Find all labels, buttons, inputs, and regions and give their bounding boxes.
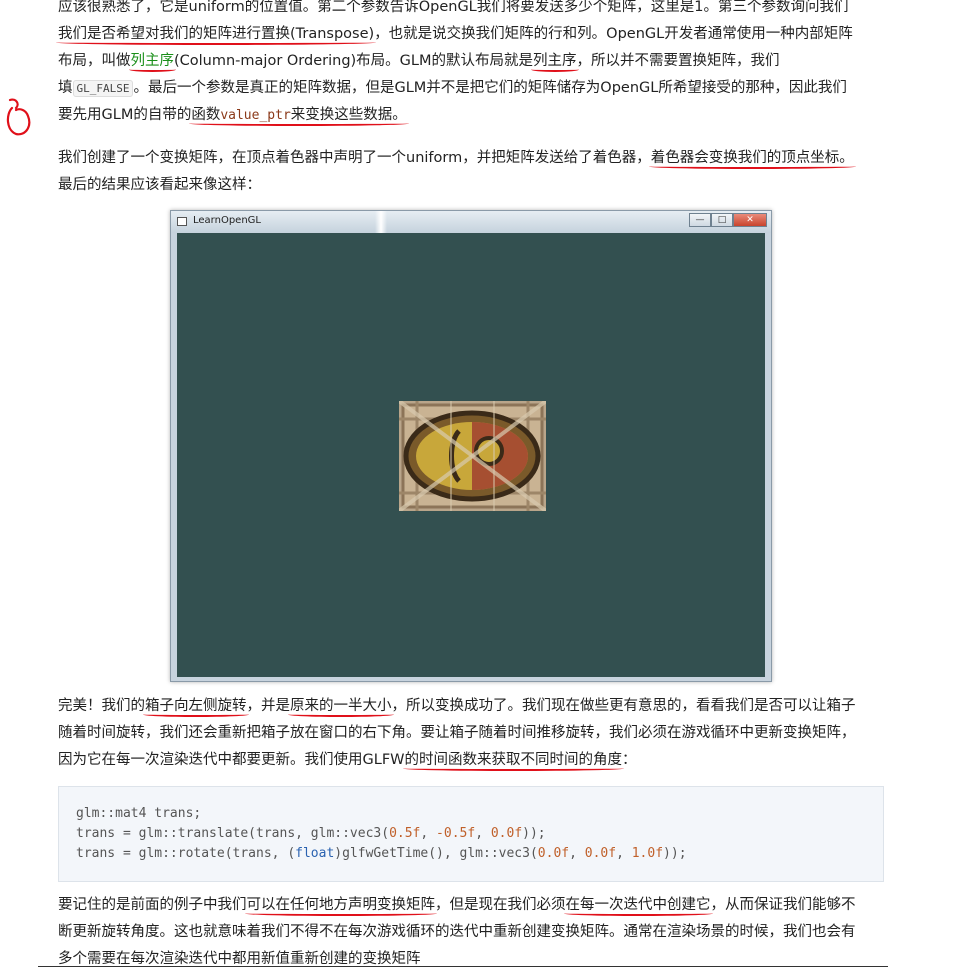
window-titlebar: LearnOpenGL — □ ✕ (171, 211, 771, 233)
close-button: ✕ (733, 213, 767, 227)
text-line: 因为它在每一次渲染迭代中都要更新。我们使用GLFW的时间函数来获取不同时间的角度… (58, 752, 637, 768)
handwritten-margin-mark (6, 98, 31, 136)
paragraph-transform-result: 我们创建了一个变换矩阵，在顶点着色器中声明了一个uniform，并把矩阵发送给了… (58, 145, 888, 199)
inline-code-gl-false: GL_FALSE (72, 80, 134, 97)
inline-code-value-ptr: value_ptr (220, 108, 291, 123)
annotated-phrase: 可以在任何地方声明变换矩阵 (246, 897, 436, 913)
annotated-phrase: 箱子向左侧旋转 (145, 698, 247, 714)
annotated-phrase: 着色器会变换我们的顶点坐标。 (650, 150, 854, 166)
paragraph-remember: 要记住的是前面的例子中我们可以在任何地方声明变换矩阵，但是现在我们必须在每一次迭… (58, 892, 888, 973)
annotated-phrase: 的时间函数来获取不同时间的角度 (404, 752, 623, 768)
text-line: 布局，叫做列主序(Column-major Ordering)布局。GLM的默认… (58, 53, 780, 69)
code-line: trans = glm::rotate(trans, (float)glfwGe… (76, 846, 687, 861)
rotated-crate-image (399, 401, 546, 511)
text-line: 断更新旋转角度。这也就意味着我们不得不在每次游戏循环的迭代中重新创建变换矩阵。通… (58, 924, 856, 940)
paragraph-uniform-explanation: 应该很熟悉了，它是uniform的位置值。第二个参数告诉OpenGL我们将要发送… (58, 0, 888, 129)
annotated-phrase: 函数value_ptr来变换这些数据。 (191, 107, 407, 123)
code-line: glm::mat4 trans; (76, 806, 202, 821)
maximize-button: □ (711, 213, 733, 227)
paragraph-perfect: 完美！我们的箱子向左侧旋转，并是原来的一半大小，所以变换成功了。我们现在做些更有… (58, 693, 888, 774)
opengl-window-screenshot: LearnOpenGL — □ ✕ (170, 210, 772, 682)
window-title: LearnOpenGL (193, 215, 261, 226)
text-line: 应该很熟悉了，它是uniform的位置值。第二个参数告诉OpenGL我们将要发送… (58, 0, 849, 15)
text-line: 要记住的是前面的例子中我们可以在任何地方声明变换矩阵，但是现在我们必须在每一次迭… (58, 897, 856, 913)
app-icon (177, 217, 187, 226)
minimize-button: — (689, 213, 711, 227)
text-line: 随着时间旋转，我们还会重新把箱子放在窗口的右下角。要让箱子随着时间推移旋转，我们… (58, 725, 856, 741)
text-line: 填 GL_FALSE 。最后一个参数是真正的矩阵数据，但是GLM并不是把它们的矩阵储… (58, 80, 847, 97)
annotated-phrase: 原来的一半大小 (290, 698, 392, 714)
render-canvas (177, 233, 765, 677)
titlebar-glow (375, 211, 387, 233)
annotated-phrase: 在每一次迭代中创建它 (565, 897, 711, 913)
text-line: 我们创建了一个变换矩阵，在顶点着色器中声明了一个uniform，并把矩阵发送给了… (58, 150, 854, 166)
text-line: 最后的结果应该看起来像这样： (58, 177, 261, 193)
annotated-phrase: 我们是否希望对我们的矩阵进行置换(Transpose) (58, 26, 375, 42)
code-block: glm::mat4 trans; trans = glm::translate(… (58, 786, 884, 882)
bottom-divider (38, 966, 888, 967)
term-column-major: 列主序 (130, 53, 175, 69)
annotated-phrase: 列主序 (533, 53, 577, 69)
text-line: 多个需要在每次渲染迭代中都用新值重新创建的变换矩阵 (58, 951, 421, 967)
document-page: 应该很熟悉了，它是uniform的位置值。第二个参数告诉OpenGL我们将要发送… (0, 0, 956, 970)
text-line: 完美！我们的箱子向左侧旋转，并是原来的一半大小，所以变换成功了。我们现在做些更有… (58, 698, 856, 714)
code-line: trans = glm::translate(trans, glm::vec3(… (76, 826, 546, 841)
text-line: 要先用GLM的自带的函数value_ptr来变换这些数据。 (58, 107, 407, 123)
text-line: 我们是否希望对我们的矩阵进行置换(Transpose)，也就是说交换我们矩阵的行… (58, 26, 853, 42)
